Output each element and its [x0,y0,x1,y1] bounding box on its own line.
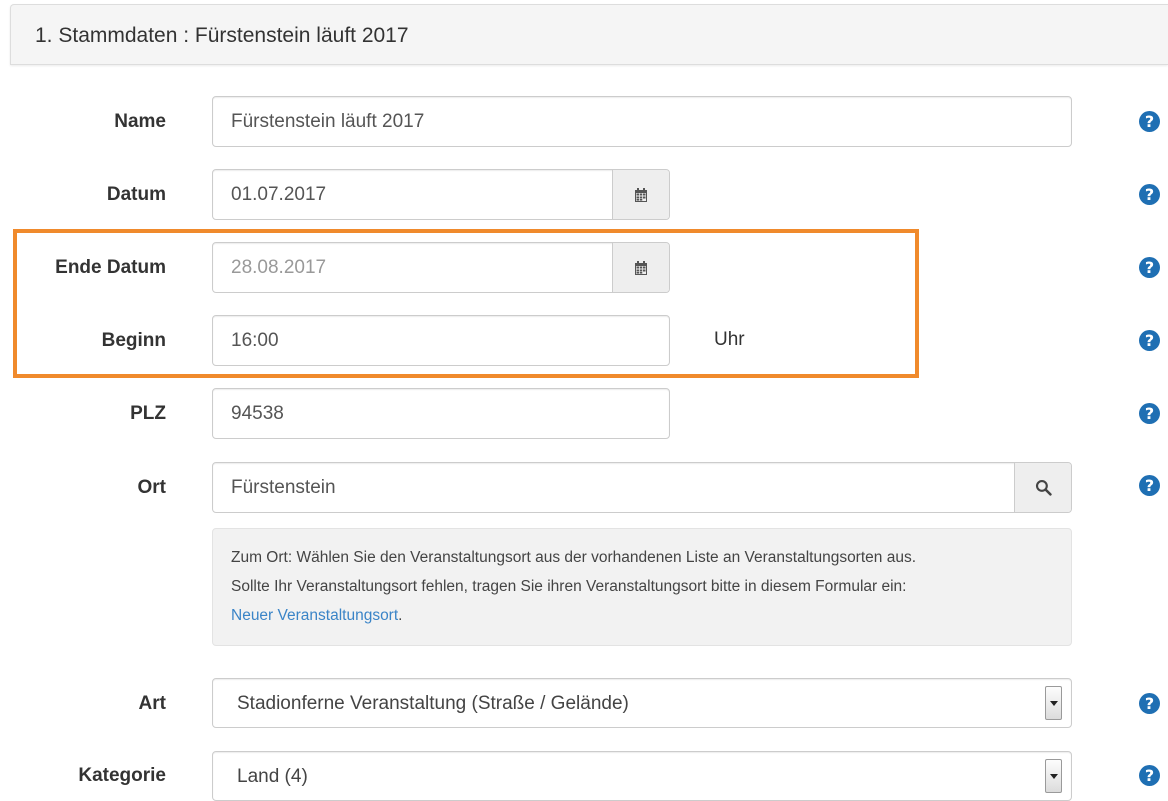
ort-search-button[interactable] [1014,463,1071,512]
search-icon [1035,479,1052,496]
ort-help-icon[interactable]: ? [1139,475,1160,496]
ort-info-line1: Zum Ort: Wählen Sie den Veranstaltungsor… [231,549,916,566]
new-venue-link-suffix: . [398,607,403,624]
datum-input-value: 01.07.2017 [231,184,327,205]
panel-heading: 1. Stammdaten : Fürstenstein läuft 2017 [10,4,1168,65]
art-select[interactable]: Stadionferne Veranstaltung (Straße / Gel… [212,678,1072,728]
name-input[interactable]: Fürstenstein läuft 2017 [212,96,1072,147]
kategorie-label: Kategorie [78,765,166,786]
datum-calendar-button[interactable] [612,170,669,219]
ort-info-box: Zum Ort: Wählen Sie den Veranstaltungsor… [212,528,1072,646]
plz-input[interactable]: 94538 [212,388,670,439]
name-label: Name [114,111,166,132]
panel-title: 1. Stammdaten : Fürstenstein läuft 2017 [35,24,409,47]
name-input-value: Fürstenstein läuft 2017 [231,111,425,132]
art-help-icon[interactable]: ? [1139,693,1160,714]
datum-help-icon[interactable]: ? [1139,184,1160,205]
chevron-down-icon[interactable] [1045,686,1062,720]
ort-input[interactable]: Fürstenstein [212,462,1072,513]
ort-info-line2: Sollte Ihr Veranstaltungsort fehlen, tra… [231,578,907,595]
datum-label: Datum [106,184,166,205]
new-venue-link[interactable]: Neuer Veranstaltungsort [231,607,398,624]
plz-label: PLZ [130,403,166,424]
calendar-icon [635,187,647,202]
ende-datum-help-icon[interactable]: ? [1139,257,1160,278]
art-label: Art [138,693,166,714]
datum-input[interactable]: 01.07.2017 [212,169,670,220]
ort-label: Ort [137,477,167,498]
plz-input-value: 94538 [231,403,284,424]
chevron-down-icon[interactable] [1045,759,1062,793]
ort-input-value: Fürstenstein [231,477,336,498]
kategorie-select[interactable]: Land (4) [212,751,1072,801]
name-help-icon[interactable]: ? [1139,111,1160,132]
art-select-value: Stadionferne Veranstaltung (Straße / Gel… [237,693,629,714]
kategorie-select-value: Land (4) [237,766,308,787]
plz-help-icon[interactable]: ? [1139,403,1160,424]
highlight-frame [13,229,919,378]
beginn-help-icon[interactable]: ? [1139,330,1160,351]
kategorie-help-icon[interactable]: ? [1139,765,1160,786]
